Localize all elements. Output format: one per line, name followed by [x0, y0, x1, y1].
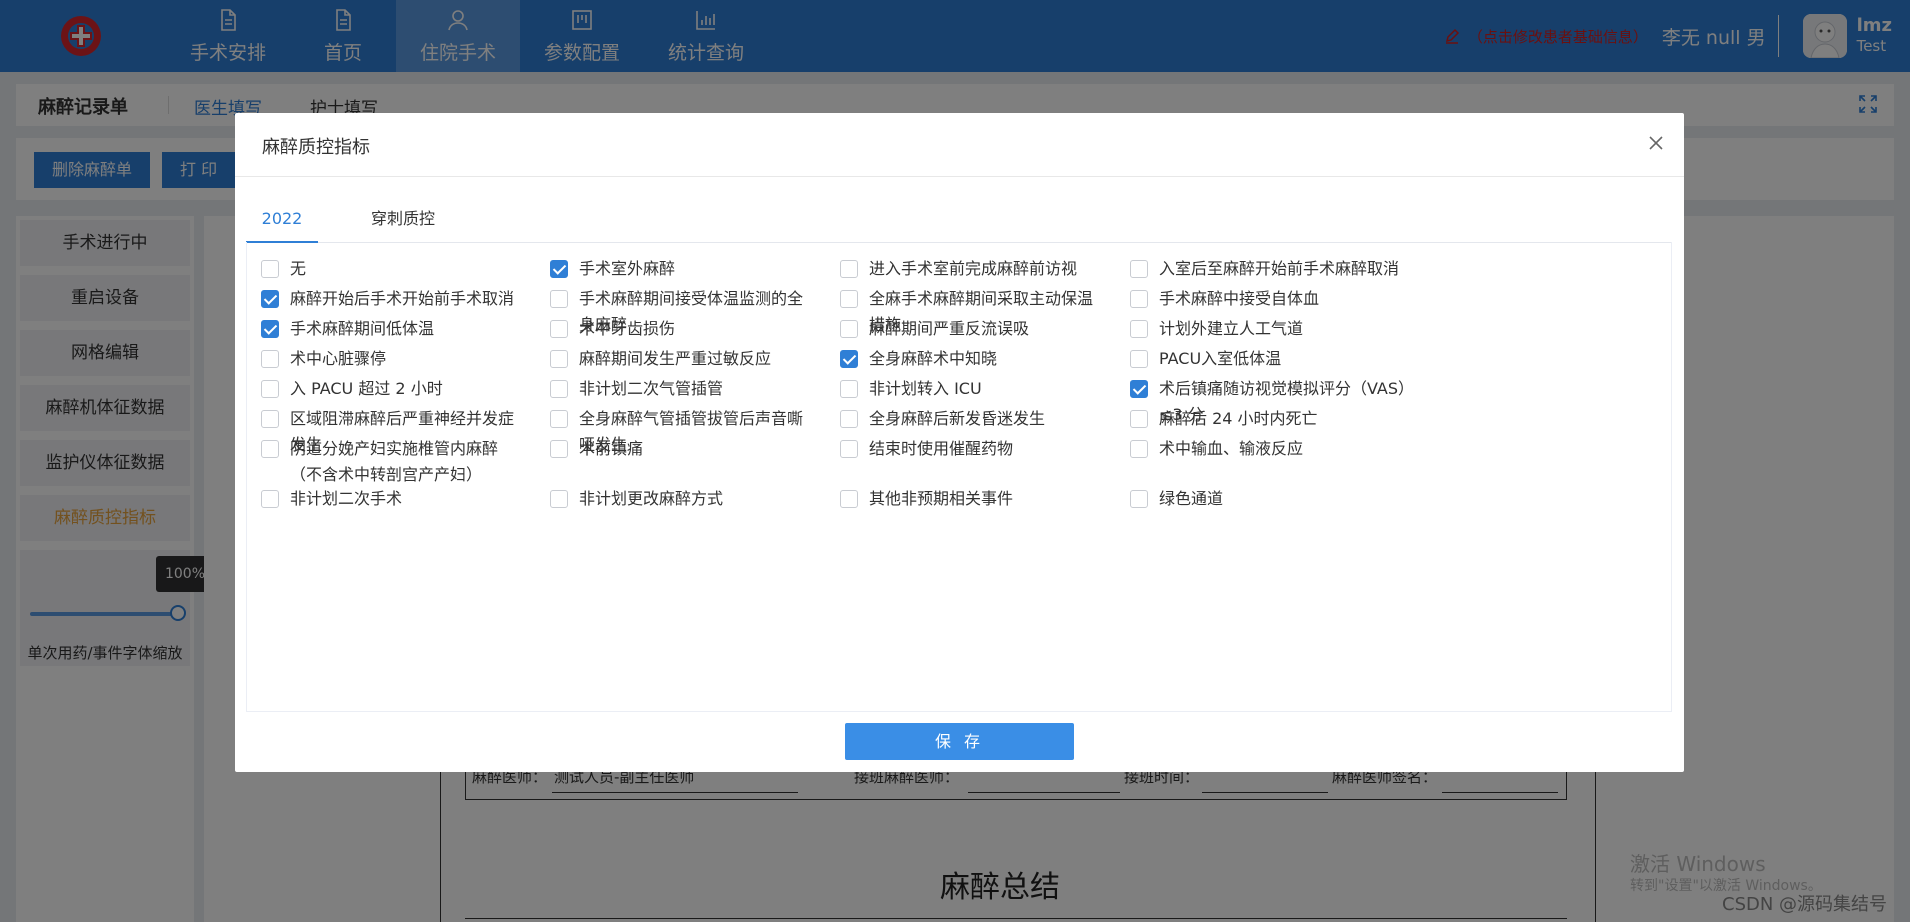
checkbox-unchecked-icon[interactable]: [1130, 290, 1148, 308]
checkbox-unchecked-icon[interactable]: [1130, 440, 1148, 458]
indicator-checkbox[interactable]: 非计划转入 ICU: [840, 376, 1108, 402]
checkbox-label: PACU入室低体温: [1159, 349, 1282, 368]
checkbox-label: 进入手术室前完成麻醉前访视: [869, 259, 1078, 278]
checkbox-unchecked-icon[interactable]: [261, 350, 279, 368]
checkbox-unchecked-icon[interactable]: [1130, 260, 1148, 278]
checkbox-label: 手术麻醉中接受自体血: [1159, 289, 1320, 308]
checkbox-checked-icon[interactable]: [550, 260, 568, 278]
indicator-checkbox[interactable]: 全身麻醉后新发昏迷发生: [840, 406, 1108, 432]
checkbox-unchecked-icon[interactable]: [550, 490, 568, 508]
checkbox-label: 非计划二次气管插管: [579, 379, 724, 398]
checkbox-label: 术前镇痛: [579, 439, 644, 458]
checkbox-unchecked-icon[interactable]: [550, 320, 568, 338]
checkbox-unchecked-icon[interactable]: [1130, 490, 1148, 508]
checkbox-label: 阴道分娩产妇实施椎管内麻醉（不含术中转剖宫产产妇）: [290, 439, 499, 484]
checkbox-unchecked-icon[interactable]: [261, 490, 279, 508]
indicator-checkbox[interactable]: 结束时使用催醒药物: [840, 436, 1108, 462]
checkbox-label: 入 PACU 超过 2 小时: [290, 379, 443, 398]
indicator-checkbox[interactable]: 术中心脏骤停: [261, 346, 529, 372]
indicator-checkbox[interactable]: 麻醉后 24 小时内死亡: [1130, 406, 1410, 432]
indicator-checkbox[interactable]: 无: [261, 256, 529, 282]
checkbox-unchecked-icon[interactable]: [1130, 350, 1148, 368]
dialog-tabs: 2022 穿刺质控: [246, 195, 1672, 243]
indicator-checkbox[interactable]: 进入手术室前完成麻醉前访视: [840, 256, 1108, 282]
checkbox-label: 麻醉期间发生严重过敏反应: [579, 349, 772, 368]
indicator-checkbox[interactable]: 麻醉期间发生严重过敏反应: [550, 346, 818, 372]
close-icon[interactable]: [1646, 133, 1666, 153]
indicator-checkbox[interactable]: 入室后至麻醉开始前手术麻醉取消: [1130, 256, 1410, 282]
checkbox-unchecked-icon[interactable]: [261, 380, 279, 398]
checkbox-unchecked-icon[interactable]: [840, 410, 858, 428]
indicator-checkbox[interactable]: 麻醉开始后手术开始前手术取消: [261, 286, 529, 312]
indicator-checkbox[interactable]: 绿色通道: [1130, 486, 1410, 512]
checkbox-label: 非计划转入 ICU: [869, 379, 982, 398]
checkbox-label: 结束时使用催醒药物: [869, 439, 1014, 458]
checkbox-label: 术中牙齿损伤: [579, 319, 676, 338]
checkbox-label: 麻醉期间严重反流误吸: [869, 319, 1030, 338]
checkbox-label: 其他非预期相关事件: [869, 489, 1014, 508]
checkbox-label: 手术麻醉期间低体温: [290, 319, 435, 338]
indicator-checkbox[interactable]: 阴道分娩产妇实施椎管内麻醉（不含术中转剖宫产产妇）: [261, 436, 529, 488]
checkbox-label: 计划外建立人工气道: [1159, 319, 1304, 338]
checkbox-checked-icon[interactable]: [840, 350, 858, 368]
checkbox-unchecked-icon[interactable]: [261, 410, 279, 428]
checkbox-panel: 无 手术室外麻醉 进入手术室前完成麻醉前访视 入室后至麻醉开始前手术麻醉取消麻醉开始后…: [246, 242, 1672, 712]
checkbox-unchecked-icon[interactable]: [261, 440, 279, 458]
checkbox-unchecked-icon[interactable]: [1130, 320, 1148, 338]
indicator-checkbox[interactable]: 术中牙齿损伤: [550, 316, 818, 342]
checkbox-unchecked-icon[interactable]: [840, 380, 858, 398]
checkbox-unchecked-icon[interactable]: [840, 260, 858, 278]
indicator-checkbox[interactable]: 其他非预期相关事件: [840, 486, 1108, 512]
checkbox-label: 麻醉开始后手术开始前手术取消: [290, 289, 515, 308]
indicator-checkbox[interactable]: 手术麻醉期间低体温: [261, 316, 529, 342]
checkbox-label: 麻醉后 24 小时内死亡: [1159, 409, 1318, 428]
checkbox-unchecked-icon[interactable]: [1130, 410, 1148, 428]
checkbox-label: 手术室外麻醉: [579, 259, 676, 278]
checkbox-unchecked-icon[interactable]: [550, 410, 568, 428]
checkbox-label: 术中心脏骤停: [290, 349, 387, 368]
indicator-checkbox[interactable]: 计划外建立人工气道: [1130, 316, 1410, 342]
checkbox-label: 无: [290, 259, 307, 278]
checkbox-unchecked-icon[interactable]: [840, 440, 858, 458]
checkbox-label: 非计划二次手术: [290, 489, 403, 508]
dialog-title: 麻醉质控指标: [262, 137, 370, 158]
indicator-checkbox[interactable]: 非计划二次手术: [261, 486, 529, 512]
indicator-checkbox[interactable]: 手术麻醉中接受自体血: [1130, 286, 1410, 312]
indicator-checkbox[interactable]: 麻醉期间严重反流误吸: [840, 316, 1108, 342]
checkbox-checked-icon[interactable]: [261, 290, 279, 308]
indicator-checkbox[interactable]: PACU入室低体温: [1130, 346, 1410, 372]
quality-indicator-dialog: 麻醉质控指标 2022 穿刺质控 无 手术室外麻醉 进入手术室前完成麻醉前访视 入室后…: [235, 113, 1684, 772]
checkbox-label: 全身麻醉术中知晓: [869, 349, 998, 368]
checkbox-checked-icon[interactable]: [1130, 380, 1148, 398]
checkbox-label: 全身麻醉后新发昏迷发生: [869, 409, 1046, 428]
checkbox-unchecked-icon[interactable]: [840, 320, 858, 338]
checkbox-unchecked-icon[interactable]: [261, 260, 279, 278]
checkbox-label: 术中输血、输液反应: [1159, 439, 1304, 458]
checkbox-unchecked-icon[interactable]: [550, 440, 568, 458]
checkbox-unchecked-icon[interactable]: [840, 490, 858, 508]
save-button[interactable]: 保 存: [845, 723, 1074, 760]
indicator-checkbox[interactable]: 手术室外麻醉: [550, 256, 818, 282]
indicator-checkbox[interactable]: 非计划二次气管插管: [550, 376, 818, 402]
checkbox-label: 入室后至麻醉开始前手术麻醉取消: [1159, 259, 1400, 278]
tab-2022[interactable]: 2022: [246, 195, 318, 243]
checkbox-checked-icon[interactable]: [261, 320, 279, 338]
checkbox-unchecked-icon[interactable]: [550, 350, 568, 368]
checkbox-label: 绿色通道: [1159, 489, 1224, 508]
indicator-checkbox[interactable]: 术中输血、输液反应: [1130, 436, 1410, 462]
indicator-checkbox[interactable]: 术前镇痛: [550, 436, 818, 462]
checkbox-unchecked-icon[interactable]: [550, 290, 568, 308]
checkbox-unchecked-icon[interactable]: [840, 290, 858, 308]
indicator-checkbox[interactable]: 非计划更改麻醉方式: [550, 486, 818, 512]
checkbox-label: 非计划更改麻醉方式: [579, 489, 724, 508]
tab-puncture-quality[interactable]: 穿刺质控: [358, 195, 448, 243]
indicator-checkbox[interactable]: 入 PACU 超过 2 小时: [261, 376, 529, 402]
checkbox-unchecked-icon[interactable]: [550, 380, 568, 398]
dialog-header: 麻醉质控指标: [235, 113, 1684, 177]
indicator-checkbox[interactable]: 全身麻醉术中知晓: [840, 346, 1108, 372]
